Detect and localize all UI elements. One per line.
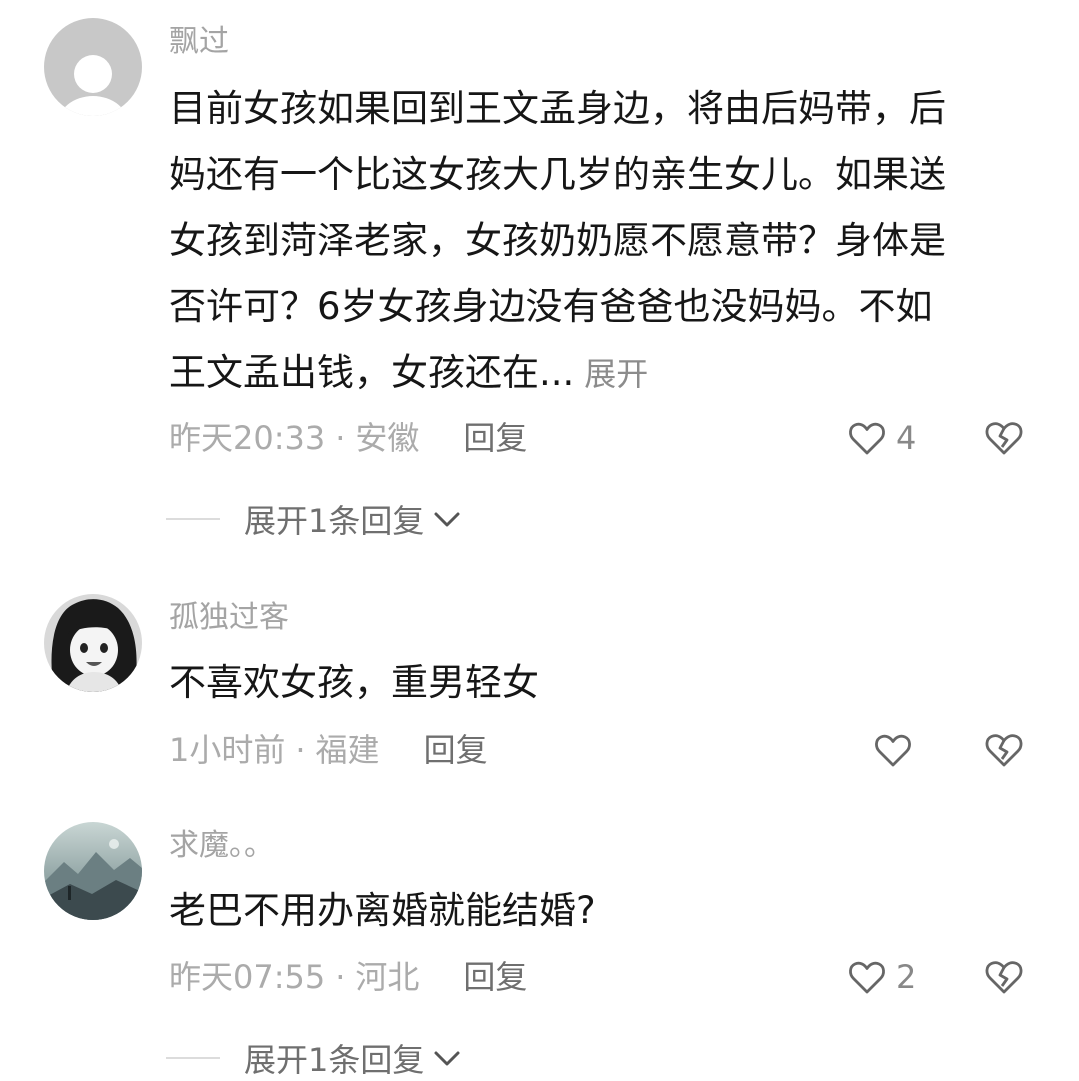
comment-text-line: 女孩到菏泽老家，女孩奶奶愿不愿意带？身体是 [169, 219, 946, 262]
reply-button[interactable]: 回复 [463, 419, 527, 457]
like-count: 2 [896, 958, 917, 996]
avatar[interactable] [44, 594, 142, 692]
comment-time: 1小时前 [169, 731, 286, 769]
comment-meta: 1小时前 · 福建 回复 [169, 728, 488, 772]
expand-replies-button[interactable]: 展开1条回复 [166, 497, 462, 541]
divider-line [166, 1057, 220, 1059]
comment-meta: 昨天20:33 · 安徽 回复 [169, 416, 527, 460]
broken-heart-icon [985, 961, 1023, 994]
comment-meta: 昨天07:55 · 河北 回复 [169, 955, 527, 999]
expand-replies-button[interactable]: 展开1条回复 [166, 1036, 462, 1080]
like-button[interactable]: 2 [846, 955, 916, 999]
dislike-button[interactable] [982, 728, 1028, 772]
comment-location: 福建 [315, 731, 380, 769]
divider-line [166, 518, 220, 520]
reply-button[interactable]: 回复 [424, 731, 488, 769]
meta-separator: · [335, 419, 346, 457]
comment-text: 目前女孩如果回到王文孟身边，将由后妈带，后 妈还有一个比这女孩大几岁的亲生女儿。… [169, 76, 1049, 407]
comment-username[interactable]: 求魔。。 [169, 826, 274, 866]
comment-text-line: 目前女孩如果回到王文孟身边，将由后妈带，后 [169, 87, 946, 130]
chevron-down-icon [434, 1051, 460, 1066]
heart-icon [849, 422, 885, 455]
comment-text: 老巴不用办离婚就能结婚? [169, 889, 596, 932]
anime-girl-avatar [44, 594, 142, 692]
comment-text: 不喜欢女孩，重男轻女 [169, 661, 539, 704]
comment-location: 河北 [355, 958, 420, 996]
like-button[interactable] [872, 728, 914, 772]
comment-text-last-line: 王文孟出钱，女孩还在... 展开 [169, 340, 1049, 407]
reply-button[interactable]: 回复 [463, 958, 527, 996]
avatar[interactable] [44, 822, 142, 920]
comment-username[interactable]: 孤独过客 [169, 598, 289, 638]
heart-icon [849, 961, 885, 994]
avatar[interactable] [44, 18, 142, 116]
expand-replies-label: 展开1条回复 [244, 1041, 425, 1079]
meta-separator: · [335, 958, 346, 996]
broken-heart-icon [985, 734, 1023, 767]
like-button[interactable]: 4 [846, 416, 916, 460]
comment-text-line: 妈还有一个比这女孩大几岁的亲生女儿。如果送 [169, 153, 946, 196]
broken-heart-icon [985, 422, 1023, 455]
expand-replies-label: 展开1条回复 [244, 502, 425, 540]
dislike-button[interactable] [982, 416, 1028, 460]
dislike-button[interactable] [982, 955, 1028, 999]
landscape-avatar [44, 822, 142, 920]
comment-text-line: 否许可？6岁女孩身边没有爸爸也没妈妈。不如 [169, 285, 933, 328]
comment-time: 昨天20:33 [169, 419, 326, 457]
comment-text-line: 王文孟出钱，女孩还在... [169, 351, 575, 394]
meta-separator: · [295, 731, 306, 769]
default-user-icon [44, 18, 142, 116]
heart-icon [875, 734, 911, 767]
expand-text-link[interactable]: 展开 [584, 355, 648, 393]
comment-location: 安徽 [355, 419, 420, 457]
chevron-down-icon [434, 512, 460, 527]
comment-time: 昨天07:55 [169, 958, 326, 996]
comment-username[interactable]: 飘过 [169, 22, 229, 62]
like-count: 4 [896, 419, 917, 457]
